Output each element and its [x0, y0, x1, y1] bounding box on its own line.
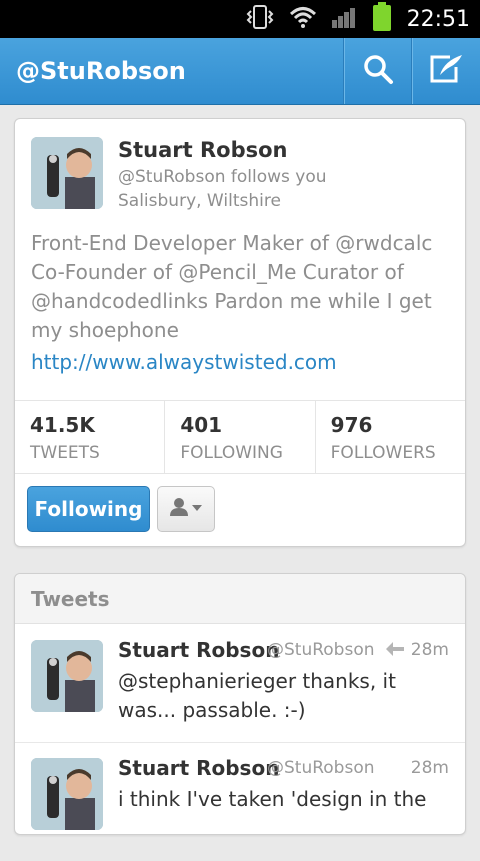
follows-you-text: @StuRobson follows you	[118, 167, 327, 187]
stat-following-value: 401	[180, 413, 223, 437]
search-button[interactable]	[343, 38, 412, 104]
status-icons: 22:51	[245, 0, 480, 38]
profile-stats: 41.5K TWEETS 401 FOLLOWING 976 FOLLOWERS	[15, 400, 465, 474]
profile-location: Salisbury, Wiltshire	[118, 191, 281, 211]
tweets-title: Tweets	[31, 587, 110, 611]
profile-bio: Front-End Developer Maker of @rwdcalc Co…	[31, 231, 433, 342]
tweet-author-name: Stuart Robson	[118, 638, 280, 662]
tweet-text: @stephanierieger thanks, it was... passa…	[118, 669, 396, 722]
wifi-icon	[289, 5, 317, 33]
search-icon	[362, 53, 394, 89]
signal-icon	[331, 6, 357, 32]
tweet-item[interactable]: Stuart Robson @StuRobson 28m @stephanier…	[15, 624, 465, 743]
tweet-author-name: Stuart Robson	[118, 756, 280, 780]
clock: 22:51	[406, 6, 470, 32]
following-button[interactable]: Following	[27, 486, 150, 532]
profile-name: Stuart Robson	[118, 138, 288, 162]
reply-icon	[385, 641, 405, 661]
user-actions-button[interactable]	[157, 486, 215, 532]
tweet-avatar[interactable]	[31, 758, 103, 830]
stat-followers-label: FOLLOWERS	[330, 443, 436, 463]
compose-icon	[428, 53, 464, 89]
vibrate-icon	[245, 4, 275, 34]
tweets-card: Tweets Stuart Robson @StuRobson 28m @ste…	[14, 573, 466, 861]
profile-url-link[interactable]: http://www.alwaystwisted.com	[31, 350, 337, 374]
tweet-time: 28m	[410, 640, 449, 660]
tweet-item[interactable]: Stuart Robson @StuRobson 28m i think I'v…	[15, 742, 465, 861]
battery-icon	[371, 2, 393, 36]
stat-tweets-label: TWEETS	[30, 443, 100, 463]
stat-following[interactable]: 401 FOLLOWING	[165, 401, 316, 473]
tweet-author-handle: @StuRobson	[267, 758, 375, 778]
tweet-avatar[interactable]	[31, 640, 103, 712]
compose-button[interactable]	[411, 38, 480, 104]
avatar[interactable]	[31, 137, 103, 209]
tweets-header: Tweets	[15, 574, 465, 624]
stat-followers-value: 976	[330, 413, 373, 437]
status-bar: 22:51	[0, 0, 480, 38]
action-bar-title: @StuRobson	[16, 57, 186, 85]
action-bar: @StuRobson	[0, 38, 480, 105]
stat-tweets[interactable]: 41.5K TWEETS	[15, 401, 166, 473]
stat-followers[interactable]: 976 FOLLOWERS	[316, 401, 465, 473]
stat-following-label: FOLLOWING	[180, 443, 283, 463]
stat-tweets-value: 41.5K	[30, 413, 95, 437]
tweet-time: 28m	[410, 758, 449, 778]
tweet-author-handle: @StuRobson	[267, 640, 375, 660]
user-dropdown-icon	[169, 497, 203, 521]
profile-card: Stuart Robson @StuRobson follows you Sal…	[14, 118, 466, 547]
